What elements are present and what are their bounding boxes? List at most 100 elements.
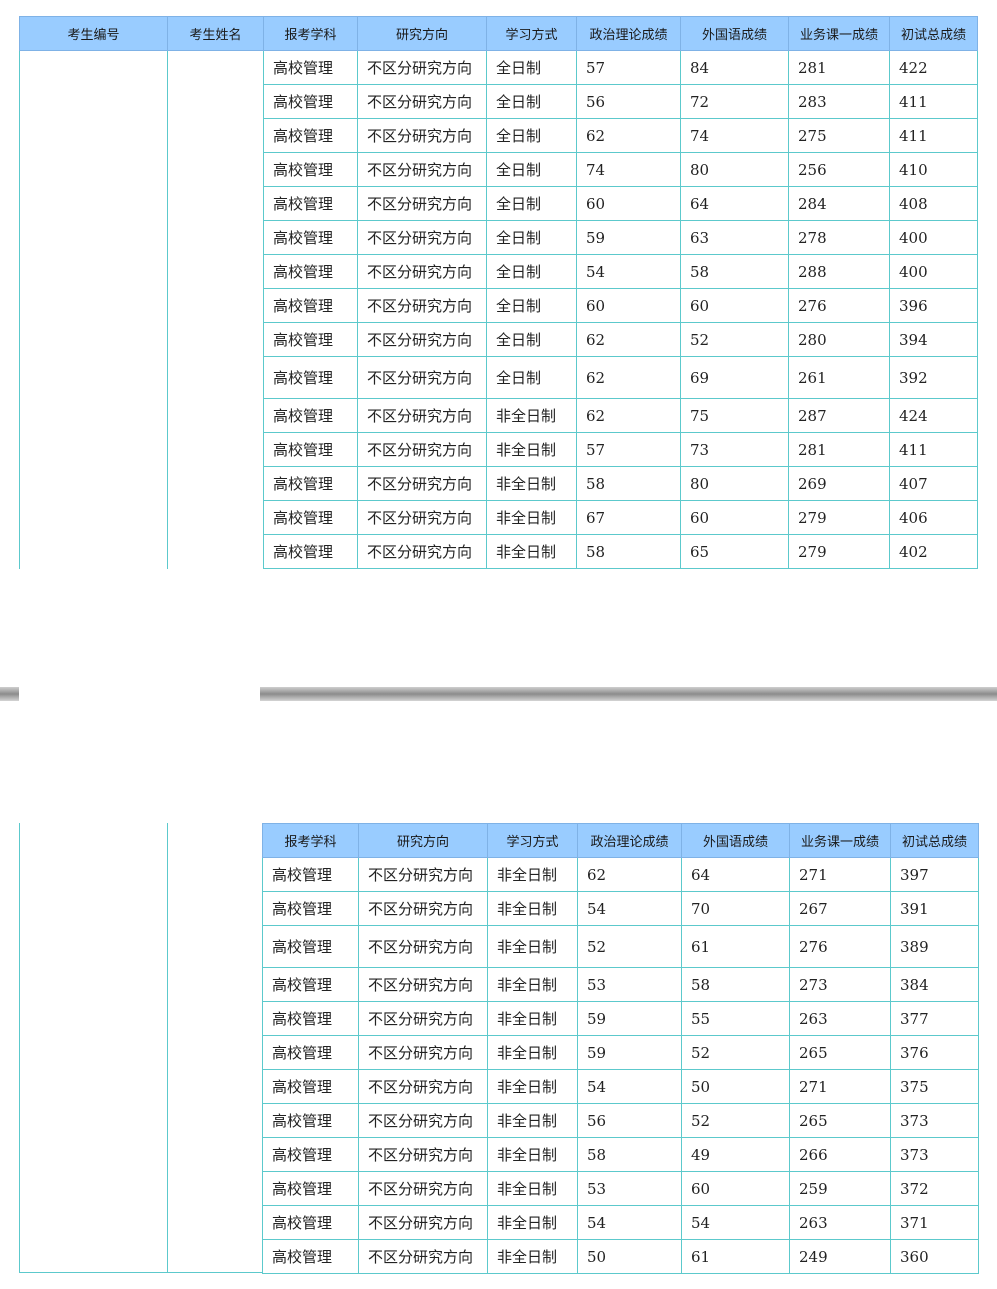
direction-cell: 不区分研究方向 (357, 398, 487, 433)
major-cell: 263 (789, 1001, 891, 1036)
total-cell: 392 (889, 356, 978, 399)
mode-cell: 非全日制 (487, 1205, 578, 1240)
subject-cell: 高校管理 (262, 1103, 359, 1138)
subject-cell: 高校管理 (263, 254, 358, 289)
language-cell: 52 (681, 1035, 790, 1070)
total-cell: 411 (889, 432, 978, 467)
col-header-subject: 报考学科 (263, 16, 358, 51)
total-cell: 402 (889, 534, 978, 569)
mode-cell: 全日制 (486, 254, 577, 289)
subject-cell: 高校管理 (263, 398, 358, 433)
subject-cell: 高校管理 (262, 1001, 359, 1036)
total-cell: 377 (890, 1001, 979, 1036)
politics-cell: 62 (576, 356, 681, 399)
total-cell: 375 (890, 1069, 979, 1104)
total-cell: 396 (889, 288, 978, 323)
direction-cell: 不区分研究方向 (357, 186, 487, 221)
total-cell: 408 (889, 186, 978, 221)
mode-cell: 非全日制 (487, 967, 578, 1002)
table-row: 高校管理 不区分研究方向 非全日制 59 55 263 377 (262, 1001, 979, 1036)
table-row: 高校管理 不区分研究方向 非全日制 52 61 276 389 (262, 925, 979, 968)
subject-cell: 高校管理 (263, 356, 358, 399)
total-cell: 406 (889, 500, 978, 535)
total-cell: 371 (890, 1205, 979, 1240)
total-cell: 384 (890, 967, 979, 1002)
subject-cell: 高校管理 (262, 1035, 359, 1070)
page2-left-border (19, 823, 20, 1273)
language-cell: 84 (680, 50, 789, 85)
subject-cell: 高校管理 (262, 891, 359, 926)
subject-cell: 高校管理 (263, 288, 358, 323)
table-row: 高校管理 不区分研究方向 非全日制 56 52 265 373 (262, 1103, 979, 1138)
language-cell: 70 (681, 891, 790, 926)
total-cell: 376 (890, 1035, 979, 1070)
direction-cell: 不区分研究方向 (357, 322, 487, 357)
subject-cell: 高校管理 (262, 1069, 359, 1104)
politics-cell: 62 (576, 118, 681, 153)
politics-cell: 56 (576, 84, 681, 119)
major-cell: 265 (789, 1035, 891, 1070)
direction-cell: 不区分研究方向 (358, 1103, 488, 1138)
major-cell: 271 (789, 857, 891, 892)
score-table-page2: 报考学科 研究方向 学习方式 政治理论成绩 外国语成绩 业务课一成绩 初试总成绩… (262, 823, 979, 1274)
subject-cell: 高校管理 (263, 500, 358, 535)
total-cell: 411 (889, 118, 978, 153)
language-cell: 75 (680, 398, 789, 433)
total-cell: 424 (889, 398, 978, 433)
language-cell: 61 (681, 1239, 790, 1274)
direction-cell: 不区分研究方向 (358, 1137, 488, 1172)
direction-cell: 不区分研究方向 (358, 967, 488, 1002)
mode-cell: 非全日制 (486, 534, 577, 569)
major-cell: 267 (789, 891, 891, 926)
col-header-language-score: 外国语成绩 (680, 16, 789, 51)
major-cell: 269 (788, 466, 890, 501)
politics-cell: 50 (577, 1239, 682, 1274)
direction-cell: 不区分研究方向 (358, 1205, 488, 1240)
total-cell: 397 (890, 857, 979, 892)
mode-cell: 全日制 (486, 322, 577, 357)
direction-cell: 不区分研究方向 (357, 500, 487, 535)
politics-cell: 53 (577, 1171, 682, 1206)
politics-cell: 59 (576, 220, 681, 255)
language-cell: 74 (680, 118, 789, 153)
col-header-major-score: 业务课一成绩 (789, 823, 891, 858)
col-header-study-mode: 学习方式 (486, 16, 577, 51)
language-cell: 60 (681, 1171, 790, 1206)
major-cell: 280 (788, 322, 890, 357)
col-header-major-score: 业务课一成绩 (788, 16, 890, 51)
candidate-name-cell (167, 50, 264, 569)
col-header-total-score: 初试总成绩 (890, 823, 979, 858)
language-cell: 52 (680, 322, 789, 357)
politics-cell: 56 (577, 1103, 682, 1138)
language-cell: 61 (681, 925, 790, 968)
major-cell: 283 (788, 84, 890, 119)
direction-cell: 不区分研究方向 (358, 857, 488, 892)
subject-cell: 高校管理 (262, 857, 359, 892)
total-cell: 411 (889, 84, 978, 119)
major-cell: 281 (788, 432, 890, 467)
score-table-page1: 考生编号 考生姓名 报考学科 研究方向 学习方式 政治理论成绩 外国语成绩 业务… (19, 16, 978, 569)
total-cell: 372 (890, 1171, 979, 1206)
col-header-politics-score: 政治理论成绩 (577, 823, 682, 858)
politics-cell: 58 (576, 466, 681, 501)
total-cell: 391 (890, 891, 979, 926)
major-cell: 259 (789, 1171, 891, 1206)
major-cell: 256 (788, 152, 890, 187)
language-cell: 58 (680, 254, 789, 289)
mode-cell: 非全日制 (487, 1069, 578, 1104)
politics-cell: 60 (576, 186, 681, 221)
politics-cell: 58 (576, 534, 681, 569)
mode-cell: 非全日制 (486, 500, 577, 535)
politics-cell: 58 (577, 1137, 682, 1172)
mode-cell: 全日制 (486, 118, 577, 153)
subject-cell: 高校管理 (262, 925, 359, 968)
direction-cell: 不区分研究方向 (358, 891, 488, 926)
politics-cell: 54 (577, 891, 682, 926)
language-cell: 63 (680, 220, 789, 255)
mode-cell: 全日制 (486, 288, 577, 323)
mode-cell: 非全日制 (487, 1001, 578, 1036)
direction-cell: 不区分研究方向 (357, 152, 487, 187)
language-cell: 52 (681, 1103, 790, 1138)
direction-cell: 不区分研究方向 (358, 1069, 488, 1104)
table-row: 高校管理 不区分研究方向 非全日制 62 64 271 397 (262, 857, 979, 892)
